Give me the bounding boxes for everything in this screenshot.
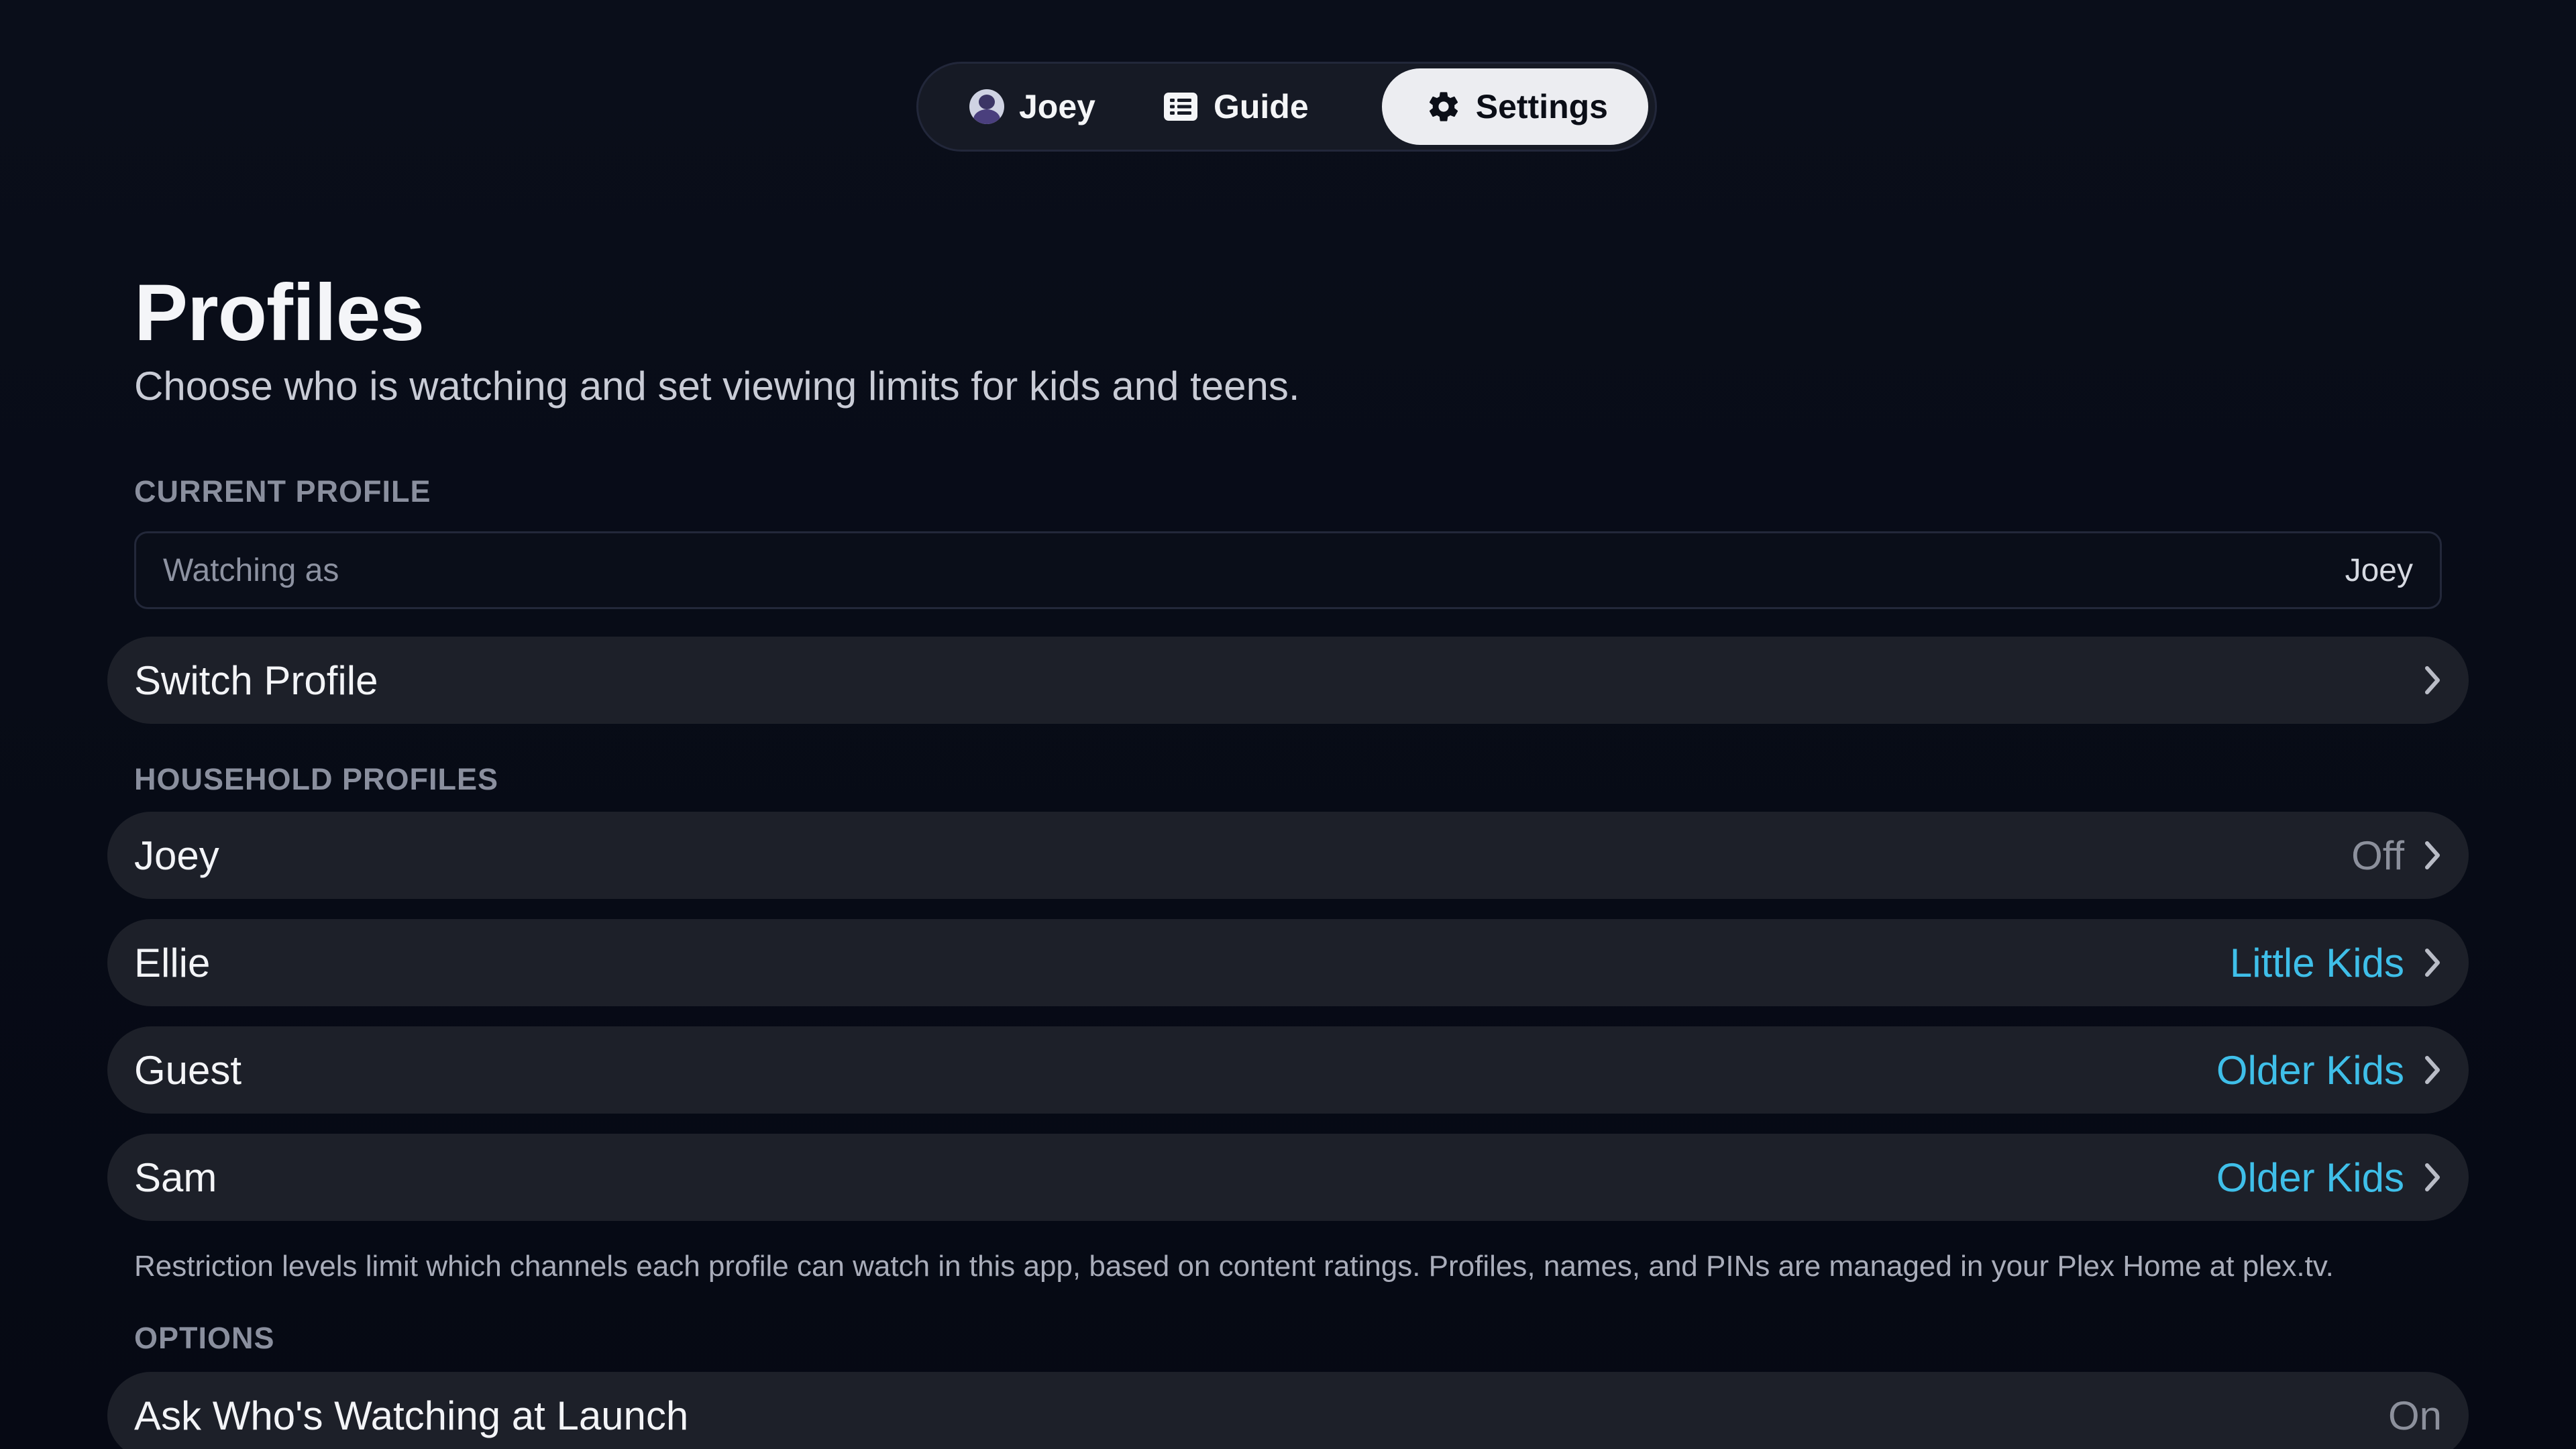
nav-tab-settings[interactable]: Settings: [1381, 68, 1648, 145]
nav-settings-label: Settings: [1475, 88, 1608, 125]
watching-as-label: Watching as: [163, 552, 339, 588]
chevron-right-icon: [2423, 947, 2442, 979]
household-profile-row-sam[interactable]: Sam Older Kids: [107, 1134, 2469, 1221]
option-value: On: [2387, 1393, 2442, 1438]
switch-profile-label: Switch Profile: [134, 657, 378, 703]
watching-as-readout: Watching as Joey: [134, 531, 2442, 609]
profile-name: Joey: [134, 833, 219, 878]
nav-tab-profile[interactable]: Joey: [925, 68, 1133, 145]
household-profile-row-joey[interactable]: Joey Off: [107, 812, 2469, 899]
profile-name: Guest: [134, 1047, 242, 1093]
restriction-value: Little Kids: [2229, 940, 2404, 985]
gear-icon: [1426, 89, 1461, 124]
watching-as-value: Joey: [2345, 552, 2413, 588]
current-profile-section-label: CURRENT PROFILE: [134, 474, 431, 508]
options-section-label: OPTIONS: [134, 1321, 275, 1355]
chevron-right-icon: [2423, 664, 2442, 696]
top-nav: Joey Guide Settings: [916, 62, 1657, 152]
chevron-right-icon: [2423, 839, 2442, 871]
restriction-value: Older Kids: [2216, 1155, 2404, 1200]
switch-profile-button[interactable]: Switch Profile: [107, 637, 2469, 724]
page-subtitle: Choose who is watching and set viewing l…: [134, 364, 1300, 409]
profile-name: Ellie: [134, 940, 211, 985]
settings-page: Joey Guide Settings Profiles Choose who …: [0, 0, 2576, 1449]
restriction-value: Off: [2351, 833, 2404, 878]
household-profile-row-guest[interactable]: Guest Older Kids: [107, 1026, 2469, 1114]
household-profile-row-ellie[interactable]: Ellie Little Kids: [107, 919, 2469, 1006]
restriction-note: Restriction levels limit which channels …: [134, 1250, 2334, 1283]
household-profiles-section-label: HOUSEHOLD PROFILES: [134, 762, 499, 796]
profile-name: Sam: [134, 1155, 217, 1200]
chevron-right-icon: [2423, 1161, 2442, 1193]
page-title: Profiles: [134, 268, 425, 358]
user-avatar: [969, 89, 1004, 124]
option-label: Ask Who's Watching at Launch: [134, 1393, 689, 1438]
restriction-value: Older Kids: [2216, 1047, 2404, 1093]
nav-profile-label: Joey: [1019, 88, 1095, 125]
chevron-right-icon: [2423, 1054, 2442, 1086]
guide-list-icon: [1163, 91, 1199, 122]
option-ask-whos-watching[interactable]: Ask Who's Watching at Launch On: [107, 1372, 2469, 1449]
nav-tab-guide[interactable]: Guide: [1133, 68, 1346, 145]
nav-guide-label: Guide: [1213, 88, 1309, 125]
